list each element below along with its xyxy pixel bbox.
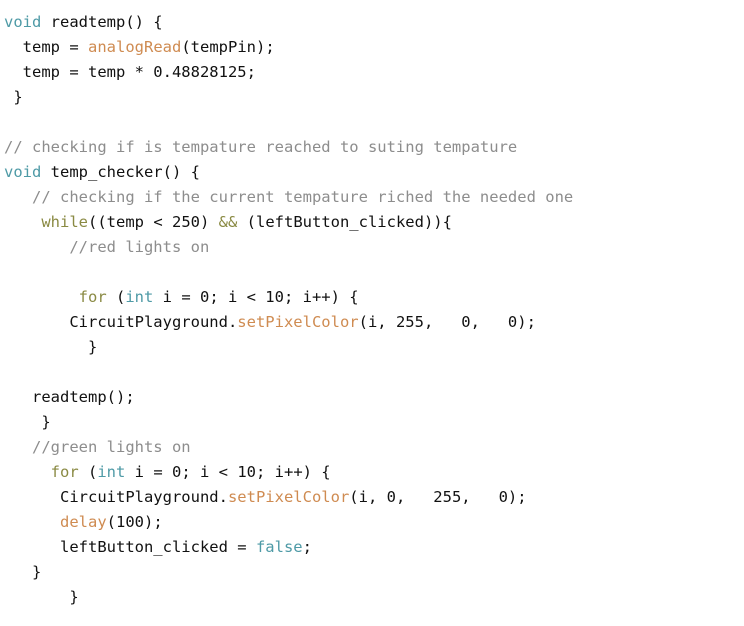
- code-token-comment: // checking if is tempature reached to s…: [4, 138, 518, 156]
- code-token-comment: //green lights on: [4, 438, 191, 456]
- code-token-plain: temp_checker() {: [41, 163, 200, 181]
- code-token-plain: ((temp < 250): [88, 213, 219, 231]
- code-token-keyword: int: [97, 463, 126, 481]
- code-token-keyword: void: [4, 163, 42, 181]
- code-line: delay(100);: [0, 510, 744, 535]
- code-token-plain: CircuitPlayground.: [4, 488, 228, 506]
- code-line: }: [0, 410, 744, 435]
- code-token-comment: //red lights on: [4, 238, 210, 256]
- code-line: }: [0, 560, 744, 585]
- code-token-control: while: [41, 213, 88, 231]
- code-line: leftButton_clicked = false;: [0, 535, 744, 560]
- code-token-plain: (i, 255, 0, 0);: [358, 313, 536, 331]
- code-line: readtemp();: [0, 385, 744, 410]
- code-token-control: for: [50, 463, 79, 481]
- code-token-function: delay: [60, 513, 107, 531]
- code-line: CircuitPlayground.setPixelColor(i, 0, 25…: [0, 485, 744, 510]
- code-token-plain: CircuitPlayground.: [4, 313, 238, 331]
- code-token-plain: }: [4, 338, 98, 356]
- code-line: void temp_checker() {: [0, 160, 744, 185]
- code-token-control: for: [78, 288, 107, 306]
- code-line: CircuitPlayground.setPixelColor(i, 255, …: [0, 310, 744, 335]
- code-token-plain: (i, 0, 255, 0);: [349, 488, 527, 506]
- code-token-function: setPixelColor: [237, 313, 359, 331]
- code-token-plain: i = 0; i < 10; i++) {: [125, 463, 331, 481]
- code-token-plain: readtemp() {: [41, 13, 163, 31]
- code-token-keyword: int: [125, 288, 154, 306]
- code-listing: void readtemp() { temp = analogRead(temp…: [0, 10, 744, 626]
- code-token-plain: readtemp();: [4, 388, 135, 406]
- code-line: //red lights on: [0, 235, 744, 260]
- code-line: //green lights on: [0, 435, 744, 460]
- code-line: // checking if the current tempature ric…: [0, 185, 744, 210]
- code-line: }: [0, 335, 744, 360]
- code-line: temp = analogRead(tempPin);: [0, 35, 744, 60]
- code-token-plain: (: [106, 288, 126, 306]
- code-line: void readtemp() {: [0, 10, 744, 35]
- code-token-plain: (tempPin);: [181, 38, 275, 56]
- code-token-plain: (: [78, 463, 98, 481]
- code-token-plain: leftButton_clicked =: [4, 538, 256, 556]
- code-token-plain: i = 0; i < 10; i++) {: [153, 288, 359, 306]
- code-line: for (int i = 0; i < 10; i++) {: [0, 285, 744, 310]
- code-token-plain: temp = temp * 0.48828125;: [4, 63, 256, 81]
- code-token-plain: }: [4, 88, 23, 106]
- code-token-keyword: void: [4, 13, 42, 31]
- code-line: }: [0, 585, 744, 610]
- code-token-function: setPixelColor: [227, 488, 350, 506]
- code-token-literal: false: [255, 538, 303, 556]
- code-line: temp = temp * 0.48828125;: [0, 60, 744, 85]
- code-line: while((temp < 250) && (leftButton_clicke…: [0, 210, 744, 235]
- code-line: }: [0, 85, 744, 110]
- code-line: // checking if is tempature reached to s…: [0, 135, 744, 160]
- code-token-control: &&: [218, 213, 238, 231]
- code-token-comment: // checking if the current tempature ric…: [4, 188, 574, 206]
- code-token-plain: }: [4, 413, 51, 431]
- code-token-plain: }: [4, 588, 79, 606]
- code-token-plain: ;: [302, 538, 312, 556]
- code-line: for (int i = 0; i < 10; i++) {: [0, 460, 744, 485]
- code-token-plain: (100);: [106, 513, 163, 531]
- code-token-plain: }: [4, 563, 42, 581]
- code-token-function: analogRead: [88, 38, 182, 56]
- code-token-plain: temp =: [4, 38, 88, 56]
- code-token-plain: (leftButton_clicked)){: [237, 213, 452, 231]
